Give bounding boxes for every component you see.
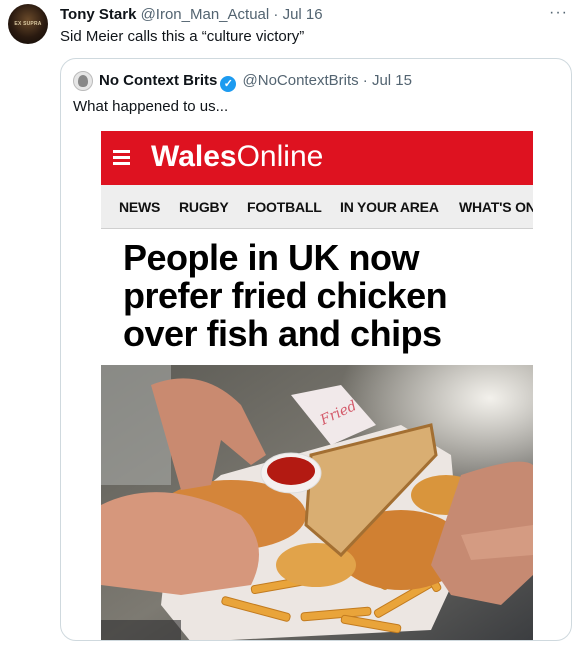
avatar-logo-text: EX SUPRA: [14, 21, 42, 27]
author-handle[interactable]: @Iron_Man_Actual: [141, 6, 270, 23]
walesonline-nav: NEWS RUGBY FOOTBALL IN YOUR AREA WHAT'S …: [101, 185, 533, 229]
walesonline-logo: WalesOnline: [151, 139, 323, 175]
nav-item-whats-on: WHAT'S ON: [459, 199, 533, 215]
tweet[interactable]: EX SUPRA Tony Stark @Iron_Man_Actual · J…: [0, 0, 580, 652]
quote-media-image[interactable]: WalesOnline NEWS RUGBY FOOTBALL IN YOUR …: [101, 131, 533, 640]
nav-item-rugby: RUGBY: [179, 199, 229, 215]
quote-header: No Context Brits ✓ @NoContextBrits · Jul …: [99, 72, 412, 92]
nav-item-news: NEWS: [119, 199, 161, 215]
quote-avatar[interactable]: [73, 71, 93, 91]
logo-light-part: Online: [236, 140, 324, 173]
logo-bold-part: Wales: [151, 140, 237, 173]
tweet-date[interactable]: Jul 16: [283, 6, 323, 23]
avatar[interactable]: EX SUPRA: [8, 4, 48, 44]
quote-author-handle[interactable]: @NoContextBrits: [243, 72, 359, 89]
quote-date[interactable]: Jul 15: [372, 72, 412, 89]
portrait-icon: [78, 75, 88, 87]
nav-item-football: FOOTBALL: [247, 199, 322, 215]
nav-item-in-your-area: IN YOUR AREA: [340, 199, 439, 215]
author-name[interactable]: Tony Stark: [60, 6, 136, 23]
verified-badge-icon: ✓: [220, 76, 237, 92]
quote-author-name[interactable]: No Context Brits: [99, 72, 217, 89]
quoted-tweet[interactable]: No Context Brits ✓ @NoContextBrits · Jul …: [60, 58, 572, 641]
walesonline-header-bar: WalesOnline: [101, 131, 533, 185]
tweet-header: Tony Stark @Iron_Man_Actual · Jul 16: [60, 6, 323, 24]
tweet-text: Sid Meier calls this a “culture victory”: [60, 28, 305, 45]
quote-text: What happened to us...: [73, 98, 229, 115]
food-photo: Fried: [101, 365, 533, 640]
separator: ·: [362, 72, 368, 89]
separator: ·: [273, 6, 279, 23]
more-icon[interactable]: ···: [549, 4, 568, 22]
hamburger-menu-icon: [113, 150, 130, 165]
article-headline: People in UK now prefer fried chicken ov…: [123, 237, 448, 354]
